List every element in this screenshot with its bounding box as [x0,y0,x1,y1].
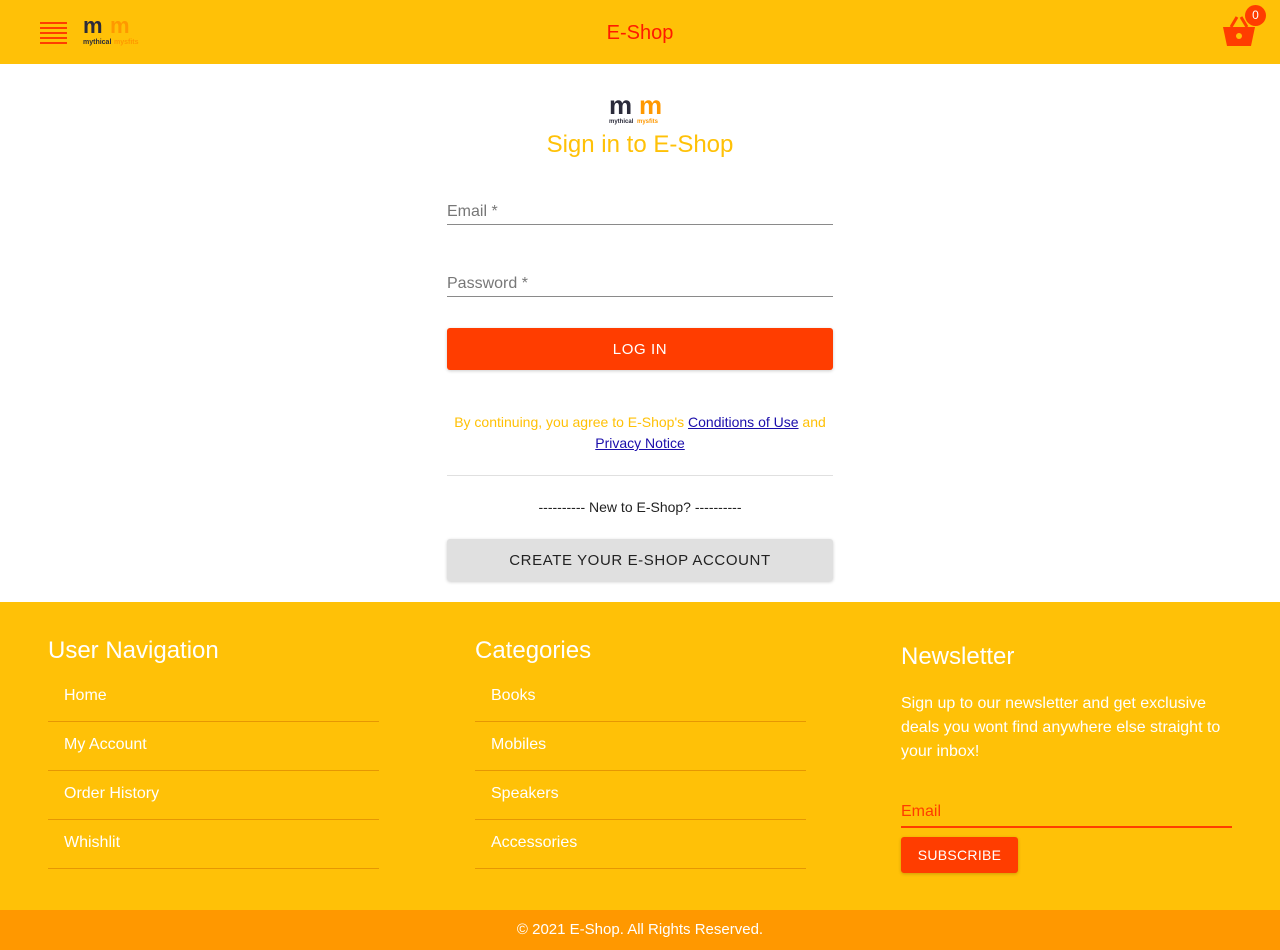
svg-text:mythical: mythical [609,119,634,125]
svg-text:mysfits: mysfits [114,39,139,46]
subscribe-button[interactable]: SUBSCRIBE [901,837,1018,873]
categories-list: Books Mobiles Speakers Accessories [475,673,806,869]
password-input[interactable] [447,265,833,296]
nav-link-my-account[interactable]: My Account [48,722,379,768]
create-account-button[interactable]: CREATE YOUR E-SHOP ACCOUNT [447,539,833,581]
terms-prefix: By continuing, you agree to E-Shop's [454,414,689,430]
password-field [447,265,833,297]
email-input[interactable] [447,193,833,224]
list-item: My Account [48,722,379,771]
login-button[interactable]: LOG IN [447,328,833,370]
categories-title: Categories [475,637,592,664]
svg-text:m: m [83,16,103,38]
list-item: Accessories [475,820,806,869]
list-item: Speakers [475,771,806,820]
category-link-speakers[interactable]: Speakers [475,771,806,817]
user-navigation-title: User Navigation [48,637,219,664]
terms-notice: By continuing, you agree to E-Shop's Con… [447,412,833,454]
cart-count-badge: 0 [1245,5,1266,26]
list-item: Mobiles [475,722,806,771]
page-title: Sign in to E-Shop [546,131,734,158]
nav-link-wishlist[interactable]: Whishlit [48,820,379,866]
new-customer-label: ---------- New to E-Shop? ---------- [538,499,742,515]
copyright-bar: © 2021 E-Shop. All Rights Reserved. [0,910,1280,950]
newsletter-description: Sign up to our newsletter and get exclus… [901,695,1221,760]
svg-text:mysfits: mysfits [637,119,659,125]
privacy-notice-link[interactable]: Privacy Notice [595,435,684,451]
svg-text:mythical: mythical [83,39,111,46]
signin-logo: m m mythical mysfits [609,94,662,125]
category-link-mobiles[interactable]: Mobiles [475,722,806,768]
header-title: E-Shop [606,22,674,44]
category-link-accessories[interactable]: Accessories [475,820,806,866]
terms-and: and [798,414,826,430]
category-link-books[interactable]: Books [475,673,806,719]
newsletter-title: Newsletter [901,643,1015,670]
list-item: Books [475,673,806,722]
newsletter-email-input[interactable] [901,798,1232,826]
svg-text:m: m [639,94,662,120]
list-item: Whishlit [48,820,379,869]
brand-logo[interactable]: m m mythical mysfits [83,16,145,48]
svg-text:m: m [609,94,632,120]
newsletter-email-field [901,798,1232,828]
email-field [447,193,833,225]
user-navigation-list: Home My Account Order History Whishlit [48,673,379,869]
footer: User Navigation Home My Account Order Hi… [0,602,1280,910]
svg-text:m: m [110,16,130,38]
conditions-of-use-link[interactable]: Conditions of Use [688,414,799,430]
divider [447,475,833,476]
hamburger-icon [40,22,67,44]
nav-link-home[interactable]: Home [48,673,379,719]
list-item: Order History [48,771,379,820]
top-app-bar: m m mythical mysfits E-Shop 0 [0,0,1280,64]
list-item: Home [48,673,379,722]
menu-button[interactable] [40,22,67,44]
nav-link-order-history[interactable]: Order History [48,771,379,817]
